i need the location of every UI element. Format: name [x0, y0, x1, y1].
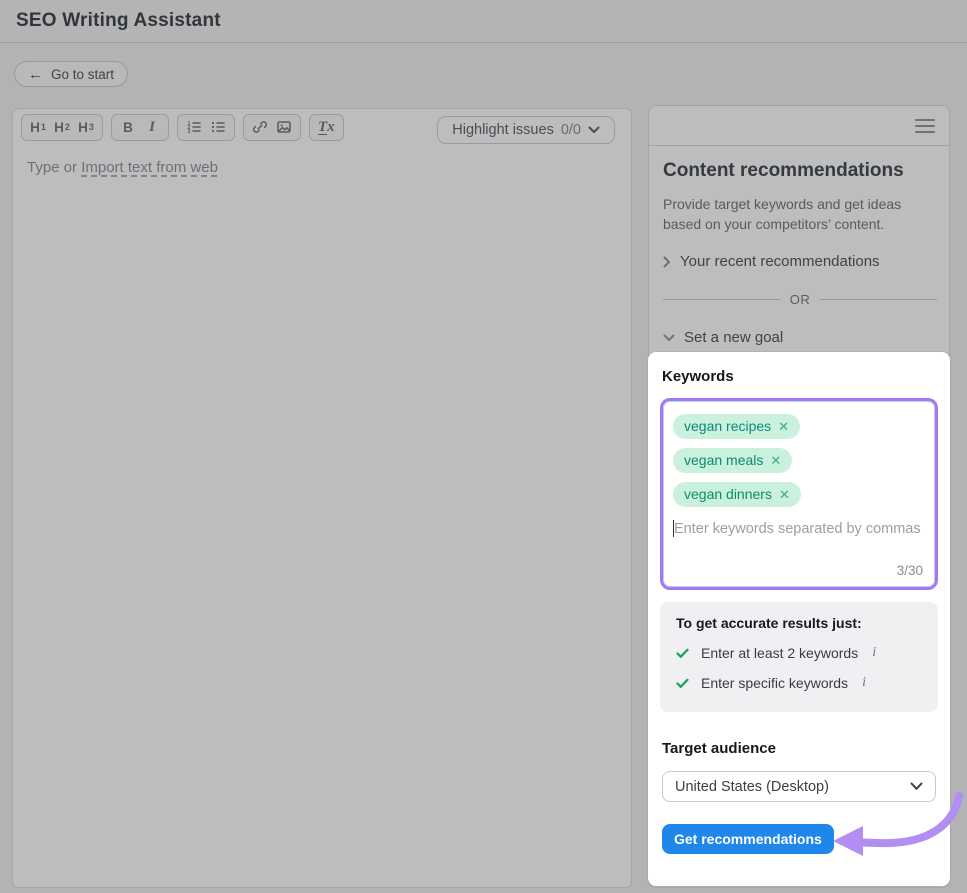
editor-content[interactable]: Type or Import text from web — [27, 159, 617, 176]
go-to-start-label: Go to start — [51, 67, 114, 82]
toolbar-group-headings: H1 H2 H3 — [21, 114, 103, 141]
divider-line — [820, 299, 937, 300]
ordered-list-icon: 123 — [186, 119, 202, 135]
tips-title: To get accurate results just: — [676, 615, 922, 631]
image-icon — [276, 119, 292, 135]
keywords-label: Keywords — [662, 368, 734, 385]
bold-button[interactable]: B — [116, 116, 140, 139]
info-icon[interactable]: i — [860, 675, 868, 691]
editor-placeholder: Type or — [27, 159, 81, 176]
insert-image-button[interactable] — [272, 116, 296, 139]
keyword-tag: vegan recipes ✕ — [673, 414, 800, 439]
target-audience-value: United States (Desktop) — [675, 779, 829, 795]
heading2-label: H — [54, 120, 64, 135]
toolbar-group-insert — [243, 114, 301, 141]
set-new-goal-toggle[interactable]: Set a new goal — [663, 329, 783, 346]
keywords-counter: 3/30 — [897, 563, 923, 578]
tip-row: Enter specific keywords i — [676, 675, 922, 691]
go-to-start-button[interactable]: ← Go to start — [14, 61, 128, 87]
keyword-tag-text: vegan recipes — [684, 418, 771, 434]
heading3-button[interactable]: H3 — [74, 116, 98, 139]
heading3-label: H — [78, 120, 88, 135]
clear-format-t: T — [318, 119, 327, 135]
get-recommendations-button[interactable]: Get recommendations — [662, 824, 834, 854]
toolbar-group-format: B I — [111, 114, 169, 141]
menu-icon — [915, 119, 935, 121]
menu-icon-bar — [915, 131, 935, 133]
keyword-tag-text: vegan meals — [684, 452, 763, 468]
tips-box: To get accurate results just: Enter at l… — [660, 602, 938, 712]
keywords-placeholder-row: Enter keywords separated by commas — [673, 520, 925, 537]
clear-formatting-button[interactable]: Tx — [314, 116, 339, 139]
panel-subtitle: Provide target keywords and get ideas ba… — [663, 194, 929, 234]
menu-button[interactable] — [915, 118, 935, 134]
heading2-button[interactable]: H2 — [50, 116, 74, 139]
target-audience-select[interactable]: United States (Desktop) — [662, 771, 936, 802]
highlight-issues-count: 0/0 — [561, 122, 581, 138]
clear-format-icon: T — [318, 120, 327, 135]
chevron-right-icon — [663, 256, 671, 268]
check-icon — [676, 678, 689, 689]
chevron-down-icon — [588, 126, 600, 134]
chevron-down-icon — [910, 782, 923, 791]
toolbar-group-clear: Tx — [309, 114, 344, 141]
heading3-sub: 3 — [89, 122, 94, 132]
keyword-tag: vegan meals ✕ — [673, 448, 792, 473]
keywords-input[interactable]: vegan recipes ✕ vegan meals ✕ vegan dinn… — [660, 398, 938, 590]
editor-panel: H1 H2 H3 B I 123 — [12, 108, 632, 888]
panel-title: Content recommendations — [663, 160, 904, 182]
divider-line — [663, 299, 780, 300]
page-header: SEO Writing Assistant — [0, 0, 967, 43]
or-label: OR — [790, 292, 811, 307]
bullet-list-button[interactable] — [206, 116, 230, 139]
or-divider: OR — [663, 292, 937, 307]
heading2-sub: 2 — [65, 122, 70, 132]
check-icon — [676, 648, 689, 659]
target-audience-label: Target audience — [662, 740, 776, 757]
highlight-issues-label: Highlight issues — [452, 122, 554, 138]
remove-keyword-button[interactable]: ✕ — [778, 420, 789, 433]
tip-text: Enter specific keywords — [701, 675, 848, 691]
clear-format-x: x — [327, 120, 335, 134]
goal-form-section: Keywords vegan recipes ✕ vegan meals ✕ v… — [648, 352, 950, 886]
page-title: SEO Writing Assistant — [16, 10, 221, 32]
link-icon — [252, 119, 268, 135]
tip-row: Enter at least 2 keywords i — [676, 645, 922, 661]
bullet-list-icon — [210, 119, 226, 135]
app: SEO Writing Assistant ← Go to start H1 H… — [0, 0, 967, 893]
heading1-label: H — [30, 120, 40, 135]
remove-keyword-button[interactable]: ✕ — [779, 488, 790, 501]
info-icon[interactable]: i — [870, 645, 878, 661]
heading1-sub: 1 — [41, 122, 46, 132]
set-new-goal-label: Set a new goal — [684, 329, 783, 346]
recent-recommendations-toggle[interactable]: Your recent recommendations — [663, 253, 880, 270]
import-text-link[interactable]: Import text from web — [81, 159, 218, 176]
recent-recommendations-label: Your recent recommendations — [680, 253, 880, 270]
panel-toolbar — [649, 106, 949, 146]
svg-text:3: 3 — [188, 129, 191, 135]
remove-keyword-button[interactable]: ✕ — [770, 454, 781, 467]
italic-button[interactable]: I — [140, 116, 164, 139]
insert-link-button[interactable] — [248, 116, 272, 139]
keywords-placeholder: Enter keywords separated by commas — [674, 521, 921, 537]
toolbar-group-lists: 123 — [177, 114, 235, 141]
heading1-button[interactable]: H1 — [26, 116, 50, 139]
highlight-issues-dropdown[interactable]: Highlight issues 0/0 — [437, 116, 615, 144]
keyword-tag-text: vegan dinners — [684, 486, 772, 502]
menu-icon-bar — [915, 125, 935, 127]
tip-text: Enter at least 2 keywords — [701, 645, 858, 661]
ordered-list-button[interactable]: 123 — [182, 116, 206, 139]
chevron-down-icon — [663, 334, 675, 342]
editor-toolbar: H1 H2 H3 B I 123 — [21, 113, 623, 141]
keyword-tag: vegan dinners ✕ — [673, 482, 801, 507]
back-arrow-icon: ← — [28, 67, 43, 82]
